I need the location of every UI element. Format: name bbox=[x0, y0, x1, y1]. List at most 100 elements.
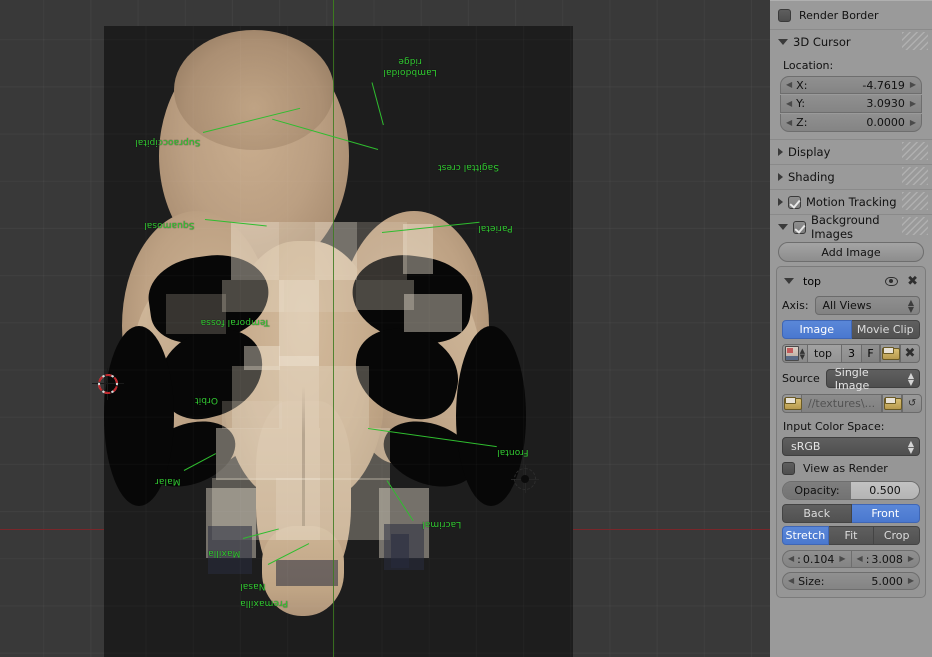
image-datablock-row[interactable]: ▲ ▼ top 3 F ✖ bbox=[782, 344, 920, 363]
folder-icon bbox=[884, 397, 903, 410]
3d-cursor-widget[interactable] bbox=[92, 368, 124, 400]
annotation-label: Orbit bbox=[195, 395, 219, 405]
panel-title-motion-tracking: Motion Tracking bbox=[806, 195, 897, 209]
chevron-updown-icon: ▲ ▼ bbox=[799, 346, 805, 361]
opacity-slider[interactable]: Opacity: 0.500 bbox=[782, 481, 920, 500]
file-browse-button[interactable] bbox=[882, 394, 903, 413]
motion-tracking-checkbox[interactable] bbox=[788, 195, 801, 209]
disclosure-triangle-down-icon bbox=[778, 39, 788, 45]
background-image-entry[interactable]: top ✖ Axis: All Views ▲ ▼ Image Movie Cli… bbox=[776, 266, 926, 598]
axis-dropdown[interactable]: All Views ▲ ▼ bbox=[814, 296, 920, 315]
unlink-image-button[interactable]: ✖ bbox=[900, 344, 920, 363]
annotation-label: Supraoccipital bbox=[135, 137, 201, 147]
disclosure-triangle-right-icon bbox=[778, 173, 783, 181]
annotation-label: Parietal bbox=[478, 223, 513, 233]
visibility-eye-icon[interactable] bbox=[885, 276, 899, 286]
frame-method-tabs[interactable]: Stretch Fit Crop bbox=[782, 526, 921, 545]
annotation-label: Temporal fossa bbox=[200, 317, 270, 327]
axis-label: Axis: bbox=[782, 299, 809, 312]
source-dropdown[interactable]: Single Image ▲ ▼ bbox=[825, 366, 920, 392]
annotation-label: Nasal bbox=[240, 581, 266, 591]
image-name-field[interactable]: top bbox=[808, 344, 842, 363]
object-origin-dot[interactable] bbox=[511, 465, 539, 493]
entry-name-label: top bbox=[803, 274, 822, 288]
pack-image-button[interactable] bbox=[880, 344, 900, 363]
y-axis-line-overlay bbox=[333, 0, 334, 657]
panel-grip-icon bbox=[902, 167, 928, 185]
panel-grip-icon bbox=[902, 142, 928, 160]
annotation-label: Frontal bbox=[497, 447, 529, 457]
reload-image-button[interactable]: ↺ bbox=[902, 394, 923, 413]
cursor-y-field[interactable]: ◀ Y: 3.0930 ▶ bbox=[780, 95, 922, 113]
image-browse-button[interactable]: ▲ ▼ bbox=[782, 344, 808, 363]
panel-title-display: Display bbox=[788, 145, 831, 159]
panel-header-motion-tracking[interactable]: Motion Tracking bbox=[770, 190, 932, 214]
background-images-checkbox[interactable] bbox=[793, 220, 806, 234]
offset-y-field[interactable]: ◀ : 3.008 ▶ bbox=[851, 550, 921, 568]
offset-x-field[interactable]: ◀ : 0.104 ▶ bbox=[782, 550, 852, 568]
tab-front[interactable]: Front bbox=[851, 504, 920, 523]
panel-header-display[interactable]: Display bbox=[770, 140, 932, 164]
panel-grip-icon bbox=[902, 192, 928, 210]
disclosure-triangle-down-icon bbox=[778, 224, 788, 230]
panel-header-shading[interactable]: Shading bbox=[770, 165, 932, 189]
annotation-label: Lambdoidal ridge bbox=[383, 56, 437, 77]
cursor-x-field[interactable]: ◀ X: -4.7619 ▶ bbox=[780, 76, 922, 94]
depth-tabs[interactable]: Back Front bbox=[782, 504, 920, 523]
remove-entry-x-icon[interactable]: ✖ bbox=[907, 275, 918, 288]
size-field[interactable]: ◀ Size: 5.000 ▶ bbox=[782, 572, 920, 590]
chevron-updown-icon: ▲ ▼ bbox=[907, 370, 914, 387]
panel-header-background-images[interactable]: Background Images bbox=[770, 213, 932, 241]
panel-grip-icon bbox=[902, 32, 928, 50]
tab-crop[interactable]: Crop bbox=[874, 526, 921, 545]
image-datablock-icon bbox=[785, 346, 799, 361]
background-image-plane bbox=[104, 26, 573, 657]
panel-title-shading: Shading bbox=[788, 170, 835, 184]
viewport-grid-overlay bbox=[104, 26, 573, 657]
blender-window: Lambdoidal ridge Sagittal crest Supraoccip… bbox=[0, 0, 932, 657]
chevron-updown-icon: ▲ ▼ bbox=[907, 438, 914, 455]
annotation-label: Squamosal bbox=[144, 220, 195, 230]
disclosure-triangle-right-icon bbox=[778, 148, 783, 156]
tab-stretch[interactable]: Stretch bbox=[782, 526, 829, 545]
tab-back[interactable]: Back bbox=[782, 504, 852, 523]
input-color-space-dropdown[interactable]: sRGB ▲ ▼ bbox=[782, 437, 920, 456]
view-as-render-row[interactable]: View as Render bbox=[782, 462, 920, 475]
panel-title-3d-cursor: 3D Cursor bbox=[793, 35, 851, 49]
add-image-button[interactable]: Add Image bbox=[778, 242, 924, 262]
3d-viewport[interactable]: Lambdoidal ridge Sagittal crest Supraoccip… bbox=[0, 0, 770, 657]
close-icon: ✖ bbox=[904, 346, 916, 361]
opacity-label: Opacity: bbox=[783, 482, 851, 499]
entry-disclosure-down-icon[interactable] bbox=[784, 278, 794, 284]
view-as-render-checkbox[interactable] bbox=[782, 462, 795, 475]
folder-icon bbox=[784, 397, 802, 410]
tab-fit[interactable]: Fit bbox=[828, 526, 875, 545]
view-as-render-label: View as Render bbox=[803, 462, 888, 475]
render-border-row[interactable]: Render Border bbox=[770, 1, 932, 29]
opacity-value: 0.500 bbox=[851, 482, 919, 499]
tab-movie-clip[interactable]: Movie Clip bbox=[851, 320, 920, 339]
offset-fields[interactable]: ◀ : 0.104 ▶ ◀ : 3.008 ▶ bbox=[782, 549, 921, 569]
folder-icon bbox=[882, 347, 900, 360]
image-users-count[interactable]: 3 bbox=[842, 344, 862, 363]
cursor-z-field[interactable]: ◀ Z: 0.0000 ▶ bbox=[780, 114, 922, 132]
panel-header-3d-cursor[interactable]: 3D Cursor bbox=[770, 30, 932, 54]
annotation-label: Maxilla bbox=[208, 548, 241, 558]
properties-sidebar[interactable]: Render Border 3D Cursor Location: ◀ X: -… bbox=[770, 0, 932, 657]
render-border-label: Render Border bbox=[799, 8, 879, 22]
source-label: Source bbox=[782, 372, 820, 385]
open-image-button[interactable] bbox=[782, 394, 802, 413]
annotation-label: Sagittal crest bbox=[438, 162, 499, 172]
source-type-tabs[interactable]: Image Movie Clip bbox=[782, 320, 920, 339]
filepath-field[interactable]: //textures\... bbox=[802, 394, 883, 413]
annotation-label: Lacrimal bbox=[422, 519, 462, 529]
filepath-row[interactable]: //textures\... ↺ bbox=[782, 394, 923, 413]
panel-title-background-images: Background Images bbox=[811, 213, 880, 241]
location-label: Location: bbox=[783, 59, 834, 72]
render-border-checkbox[interactable] bbox=[778, 8, 791, 22]
input-color-space-label: Input Color Space: bbox=[783, 420, 885, 433]
annotation-label: Premaxilla bbox=[240, 598, 288, 608]
disclosure-triangle-right-icon bbox=[778, 198, 783, 206]
fake-user-toggle[interactable]: F bbox=[862, 344, 880, 363]
tab-image[interactable]: Image bbox=[782, 320, 852, 339]
